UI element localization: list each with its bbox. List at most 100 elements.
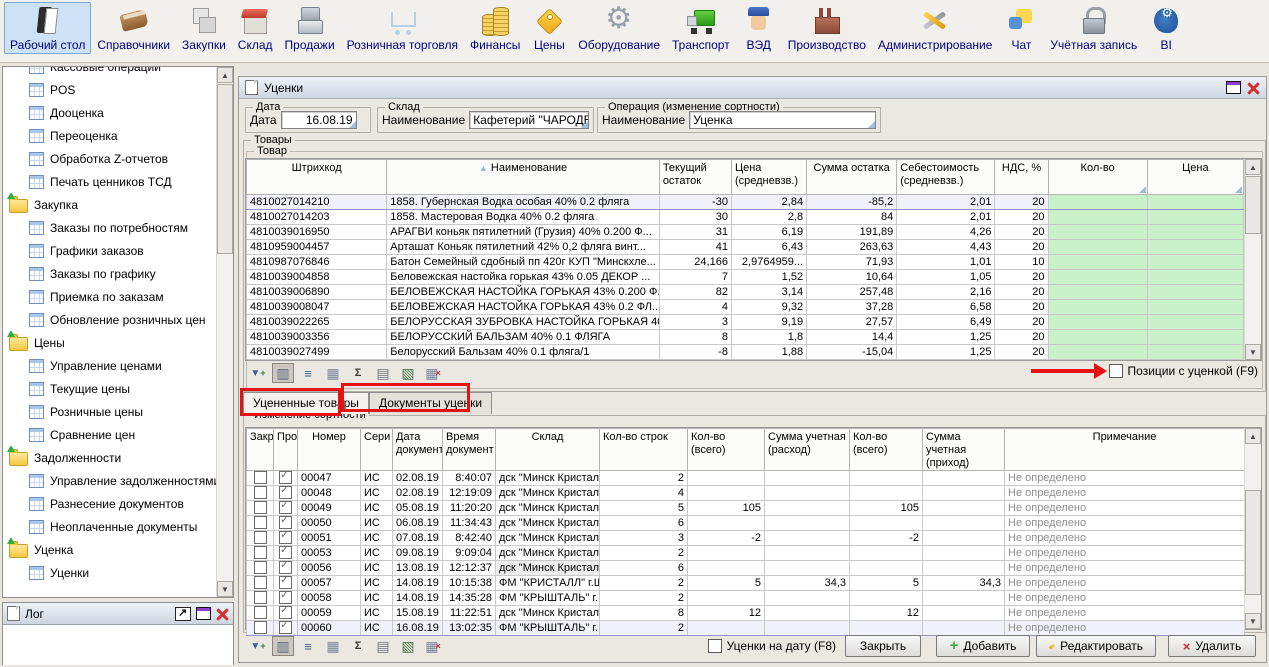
cell[interactable] <box>274 576 298 591</box>
cell[interactable] <box>274 471 298 486</box>
col-current-stock[interactable]: Текущий остаток <box>659 160 731 195</box>
cell[interactable]: 07.08.19 <box>393 531 443 546</box>
columns-icon[interactable] <box>272 636 294 656</box>
rows-icon[interactable] <box>297 363 319 383</box>
scroll-up-icon[interactable]: ▲ <box>217 67 233 83</box>
cell[interactable]: 8 <box>600 606 688 621</box>
table-row[interactable]: 00048ИС02.08.1912:19:09дск "Минск Криста… <box>247 486 1245 501</box>
closed-checkbox[interactable] <box>254 591 267 604</box>
col-cost[interactable]: Себестоимость (средневзв.) <box>897 160 995 195</box>
posted-checkbox[interactable] <box>279 621 292 634</box>
cell[interactable]: ИС <box>361 576 393 591</box>
cell[interactable]: 20 <box>995 225 1048 240</box>
qty-editable-cell[interactable] <box>1048 225 1147 240</box>
cell[interactable]: 9,32 <box>731 300 806 315</box>
closed-checkbox[interactable] <box>254 531 267 544</box>
toolbar-item-register[interactable]: Продажи <box>279 2 341 54</box>
cell[interactable]: ИС <box>361 471 393 486</box>
posted-checkbox[interactable] <box>279 501 292 514</box>
cell[interactable]: 20 <box>995 315 1048 330</box>
scroll-down-icon[interactable]: ▼ <box>1245 613 1261 629</box>
cell[interactable] <box>850 591 923 606</box>
cell[interactable]: 20 <box>995 195 1048 210</box>
sidebar-item-Обработка Z-отчетов[interactable]: Обработка Z-отчетов <box>3 147 216 170</box>
price-editable-cell[interactable] <box>1147 270 1243 285</box>
sidebar-item-Управление задолженностями[interactable]: Управление задолженностями <box>3 469 216 492</box>
cell[interactable]: 1,52 <box>731 270 806 285</box>
table-row[interactable]: 48100270142101858. Губернская Водка особ… <box>247 195 1244 210</box>
cell[interactable]: 11:22:51 <box>443 606 496 621</box>
cell[interactable] <box>688 561 765 576</box>
cell[interactable]: 8:40:07 <box>443 471 496 486</box>
cell[interactable]: 1,8 <box>731 330 806 345</box>
cell[interactable]: 34,3 <box>765 576 850 591</box>
cell[interactable]: АРАГВИ коньяк пятилетний (Грузия) 40% 0.… <box>387 225 660 240</box>
table-row[interactable]: 00047ИС02.08.198:40:07дск "Минск Кристал… <box>247 471 1245 486</box>
cell[interactable]: 1858. Мастеровая Водка 40% 0.2 фляга <box>387 210 660 225</box>
col-sum-out[interactable]: Сумма учетная (расход) <box>765 429 850 471</box>
table-row[interactable]: 4810987076846Батон Семейный сдобный пп 4… <box>247 255 1244 270</box>
col-lines-count[interactable]: Кол-во строк <box>600 429 688 471</box>
col-closed[interactable]: Закр <box>247 429 274 471</box>
toolbar-item-coins[interactable]: Финансы <box>464 2 526 54</box>
sidebar-item-Цены[interactable]: Цены <box>3 331 216 354</box>
sidebar-item-Неоплаченные документы[interactable]: Неоплаченные документы <box>3 515 216 538</box>
cell[interactable]: 31 <box>659 225 731 240</box>
sidebar-item-Дооценка[interactable]: Дооценка <box>3 101 216 124</box>
maximize-icon[interactable] <box>196 607 211 620</box>
cell[interactable]: ИС <box>361 591 393 606</box>
cell[interactable] <box>923 561 1005 576</box>
cell[interactable]: 06.08.19 <box>393 516 443 531</box>
closed-checkbox[interactable] <box>254 486 267 499</box>
delete-button[interactable]: ×Удалить <box>1168 635 1256 657</box>
scroll-up-icon[interactable]: ▲ <box>1245 428 1261 444</box>
cell[interactable]: Не определено <box>1005 576 1245 591</box>
price-editable-cell[interactable] <box>1147 195 1243 210</box>
cell[interactable]: 6,49 <box>897 315 995 330</box>
cell[interactable] <box>247 486 274 501</box>
sidebar-item-Заказы по графику[interactable]: Заказы по графику <box>3 262 216 285</box>
cell[interactable]: 2 <box>600 576 688 591</box>
table-row[interactable]: 00059ИС15.08.1911:22:51дск "Минск Криста… <box>247 606 1245 621</box>
cell[interactable]: 4810039004858 <box>247 270 387 285</box>
table-row[interactable]: 4810039008047БЕЛОВЕЖСКАЯ НАСТОЙКА ГОРЬКА… <box>247 300 1244 315</box>
cell[interactable]: 105 <box>688 501 765 516</box>
cell[interactable]: дск "Минск Кристалл"... <box>496 561 600 576</box>
cell[interactable]: 4810027014210 <box>247 195 387 210</box>
cell[interactable] <box>688 471 765 486</box>
cell[interactable] <box>688 486 765 501</box>
cell[interactable]: Не определено <box>1005 516 1245 531</box>
cell[interactable] <box>765 471 850 486</box>
scrollbar-thumb[interactable] <box>217 84 233 254</box>
tab-dokumenty-ucenki[interactable]: Документы уценки <box>369 392 492 414</box>
cell[interactable]: 5 <box>688 576 765 591</box>
cell[interactable]: 263,63 <box>807 240 897 255</box>
col-sum-in[interactable]: Сумма учетная (приход) <box>923 429 1005 471</box>
cell[interactable]: 6,19 <box>731 225 806 240</box>
cell[interactable]: 4810027014203 <box>247 210 387 225</box>
cell[interactable]: 1,88 <box>731 345 806 360</box>
cell[interactable]: 5 <box>600 501 688 516</box>
posted-checkbox[interactable] <box>279 471 292 484</box>
price-editable-cell[interactable] <box>1147 210 1243 225</box>
cell[interactable]: 6,43 <box>731 240 806 255</box>
cell[interactable]: 00047 <box>298 471 361 486</box>
posted-checkbox[interactable] <box>279 576 292 589</box>
cell[interactable]: Батон Семейный сдобный пп 420г КУП "Минс… <box>387 255 660 270</box>
price-editable-cell[interactable] <box>1147 330 1243 345</box>
cell[interactable]: 1,25 <box>897 330 995 345</box>
cell[interactable] <box>923 516 1005 531</box>
cell[interactable]: Арташат Коньяк пятилетний 42% 0,2 фляга … <box>387 240 660 255</box>
sidebar-item-Переоценка[interactable]: Переоценка <box>3 124 216 147</box>
cell[interactable]: 20 <box>995 345 1048 360</box>
cell[interactable]: ФМ "КРЫШТАЛЬ" г.Ив... <box>496 591 600 606</box>
qty-editable-cell[interactable] <box>1048 195 1147 210</box>
cell[interactable]: 8:42:40 <box>443 531 496 546</box>
cell[interactable]: 13.08.19 <box>393 561 443 576</box>
cell[interactable] <box>274 606 298 621</box>
sidebar-item-POS[interactable]: POS <box>3 78 216 101</box>
calculator-icon[interactable] <box>322 636 344 656</box>
cell[interactable]: 1,01 <box>897 255 995 270</box>
cell[interactable]: 82 <box>659 285 731 300</box>
table-row[interactable]: 4810039006890БЕЛОВЕЖСКАЯ НАСТОЙКА ГОРЬКА… <box>247 285 1244 300</box>
